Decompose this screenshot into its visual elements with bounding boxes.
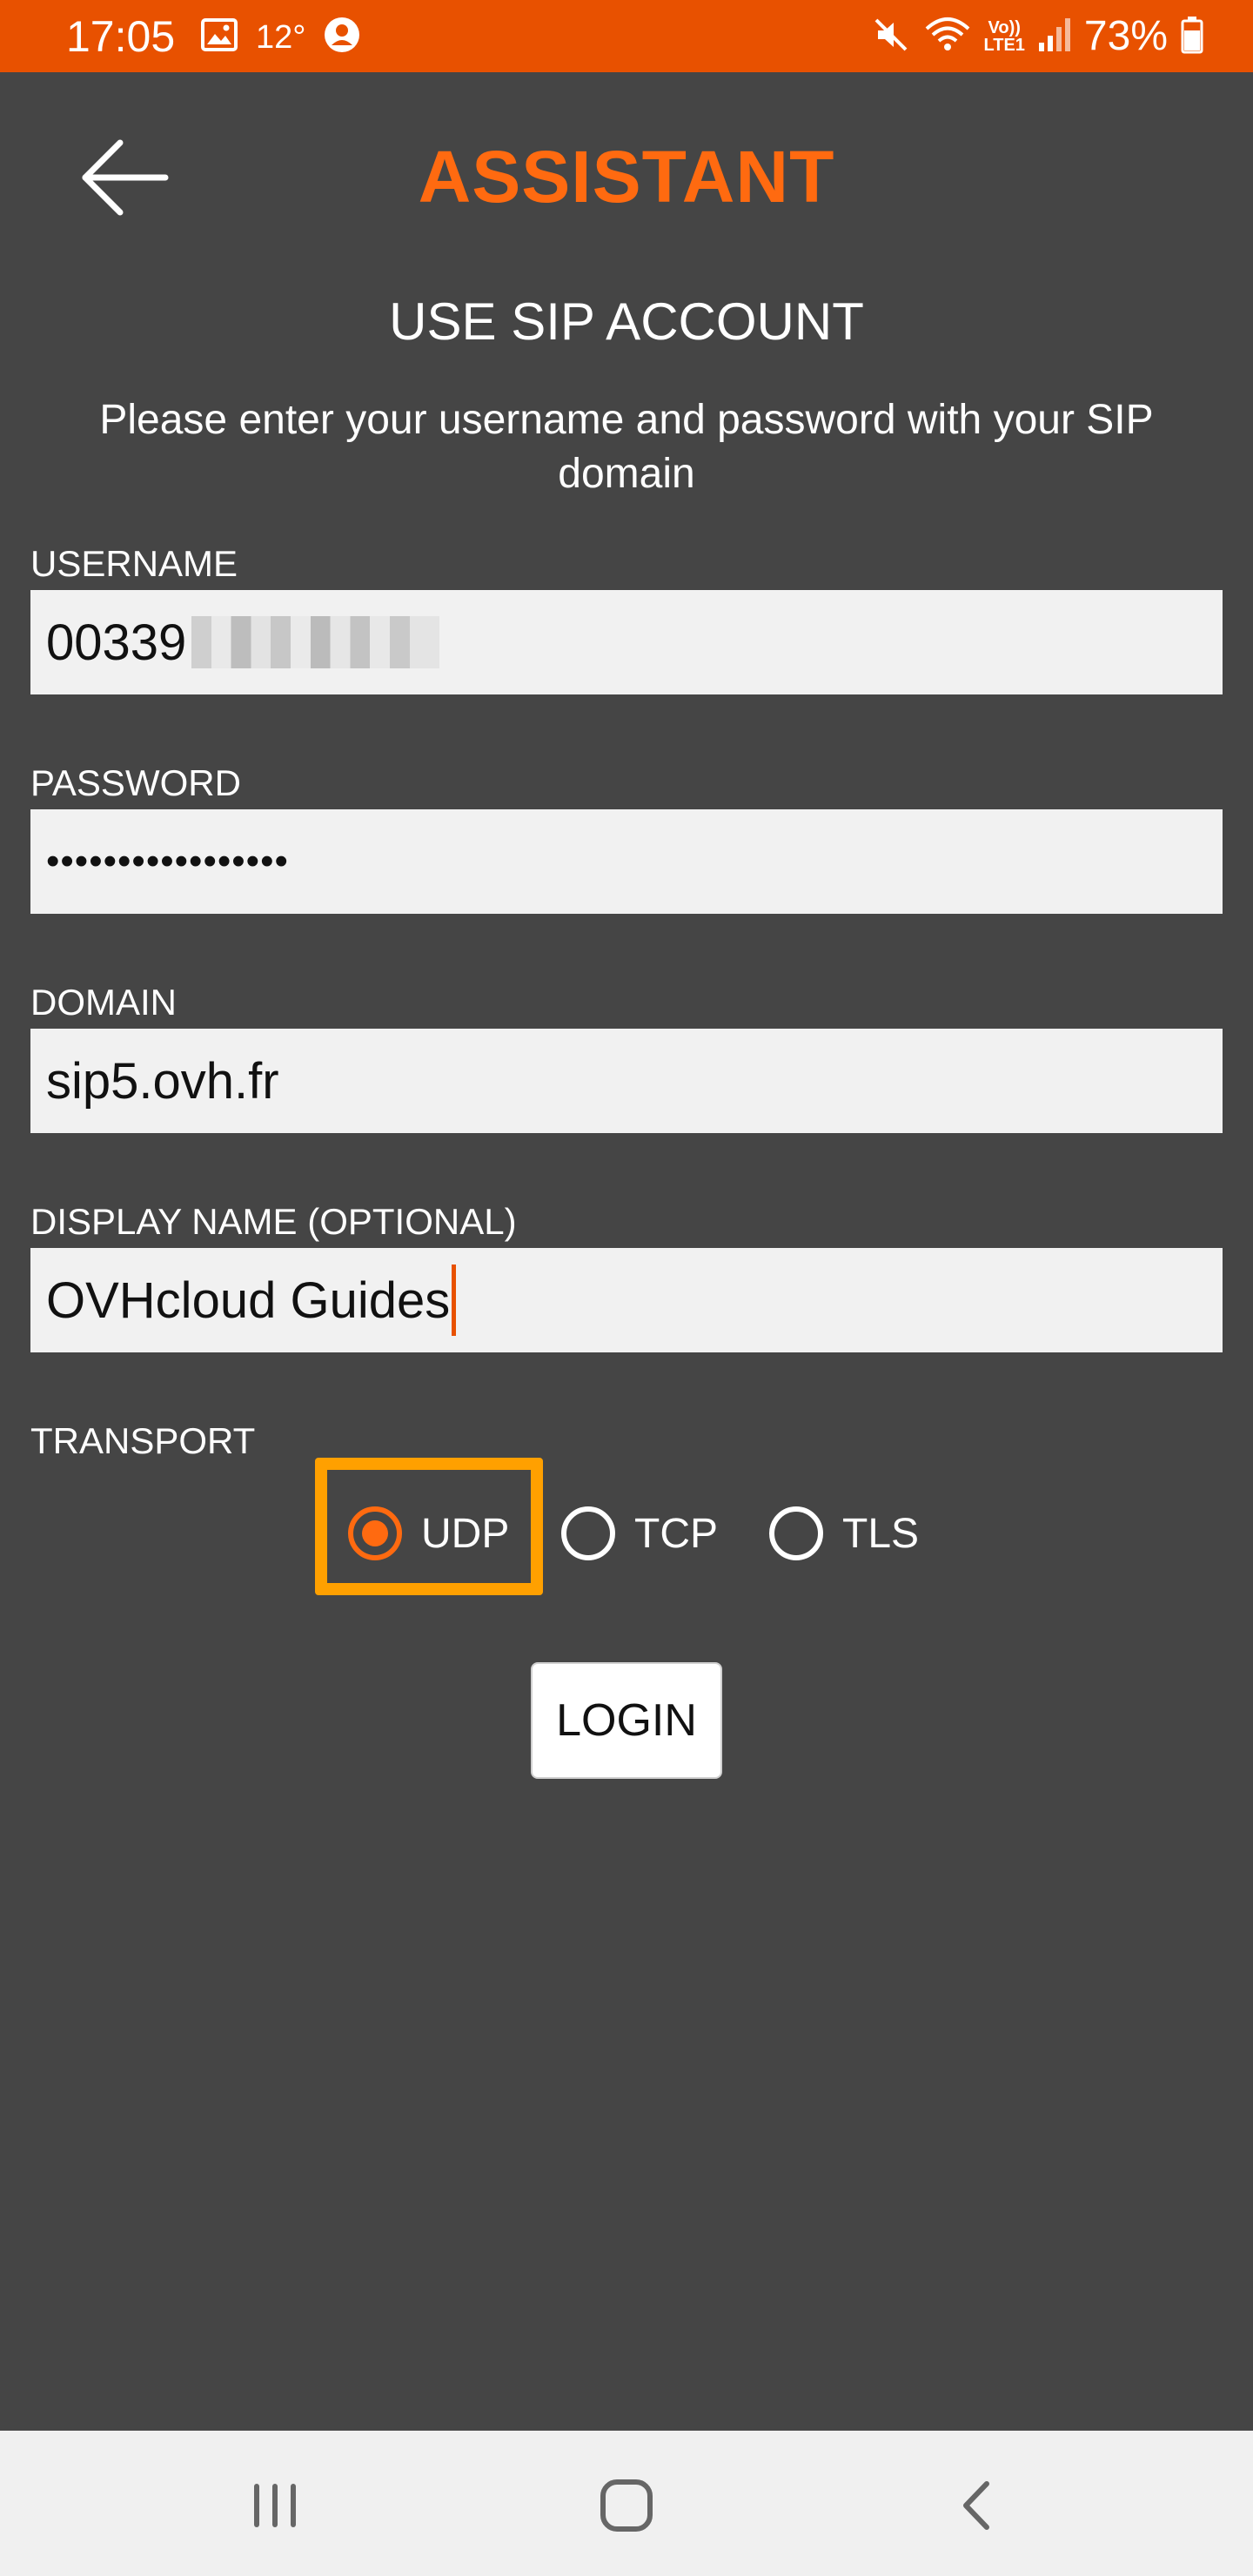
radio-unchecked-icon <box>561 1506 615 1560</box>
password-field[interactable]: ••••••••••••••••• <box>30 809 1223 914</box>
home-button[interactable] <box>574 2462 679 2549</box>
radio-checked-icon <box>348 1506 402 1560</box>
volte-label: Vo)) <box>988 18 1021 37</box>
radio-unchecked-icon <box>769 1506 823 1560</box>
display-name-label: DISPLAY NAME (OPTIONAL) <box>30 1201 517 1242</box>
system-nav-bar <box>0 2431 1253 2576</box>
account-icon <box>323 16 361 58</box>
mute-icon <box>871 15 911 59</box>
app-title: ASSISTANT <box>418 136 835 218</box>
display-name-field[interactable]: OVHcloud Guides <box>30 1248 1223 1352</box>
display-name-value: OVHcloud Guides <box>46 1271 451 1329</box>
radio-tcp-label: TCP <box>634 1510 718 1557</box>
instructions-text: Please enter your username and password … <box>99 397 1154 497</box>
app-header: ASSISTANT <box>0 72 1253 272</box>
username-value: 00339 <box>46 614 187 671</box>
home-icon <box>600 2479 653 2532</box>
username-field[interactable]: 00339 <box>30 590 1223 694</box>
radio-tls[interactable]: TLS <box>769 1495 919 1572</box>
status-left-icons: 12° <box>200 16 361 58</box>
recent-apps-button[interactable] <box>223 2462 327 2549</box>
lte-label: LTE1 <box>983 36 1025 55</box>
status-temperature: 12° <box>256 18 306 56</box>
password-label: PASSWORD <box>30 762 241 803</box>
radio-tls-label: TLS <box>842 1510 920 1557</box>
back-icon <box>963 2481 989 2530</box>
radio-tcp[interactable]: TCP <box>561 1495 718 1572</box>
domain-label: DOMAIN <box>30 982 177 1023</box>
section-title: USE SIP ACCOUNT <box>389 292 864 351</box>
radio-udp[interactable]: UDP <box>348 1495 509 1572</box>
username-label: USERNAME <box>30 543 238 584</box>
battery-percent: 73% <box>1083 13 1168 59</box>
battery-icon <box>1180 15 1204 59</box>
system-back-button[interactable] <box>924 2462 1029 2549</box>
domain-value: sip5.ovh.fr <box>46 1052 279 1110</box>
volte-lte-icon: Vo)) LTE1 <box>984 19 1025 54</box>
status-right-icons: Vo)) LTE1 73% <box>871 9 1205 64</box>
recent-apps-icon <box>254 2484 296 2527</box>
redacted-digits <box>191 616 440 668</box>
signal-icon <box>1037 15 1072 59</box>
transport-label: TRANSPORT <box>30 1420 256 1461</box>
status-time: 17:05 <box>66 12 176 61</box>
gallery-icon <box>200 16 238 58</box>
password-value: ••••••••••••••••• <box>46 840 289 882</box>
status-bar: 17:05 12° Vo)) LTE1 73% <box>0 0 1253 72</box>
login-button[interactable]: LOGIN <box>531 1662 722 1779</box>
text-cursor <box>452 1265 457 1336</box>
radio-udp-label: UDP <box>421 1510 510 1557</box>
domain-field[interactable]: sip5.ovh.fr <box>30 1029 1223 1133</box>
wifi-icon <box>923 15 972 59</box>
